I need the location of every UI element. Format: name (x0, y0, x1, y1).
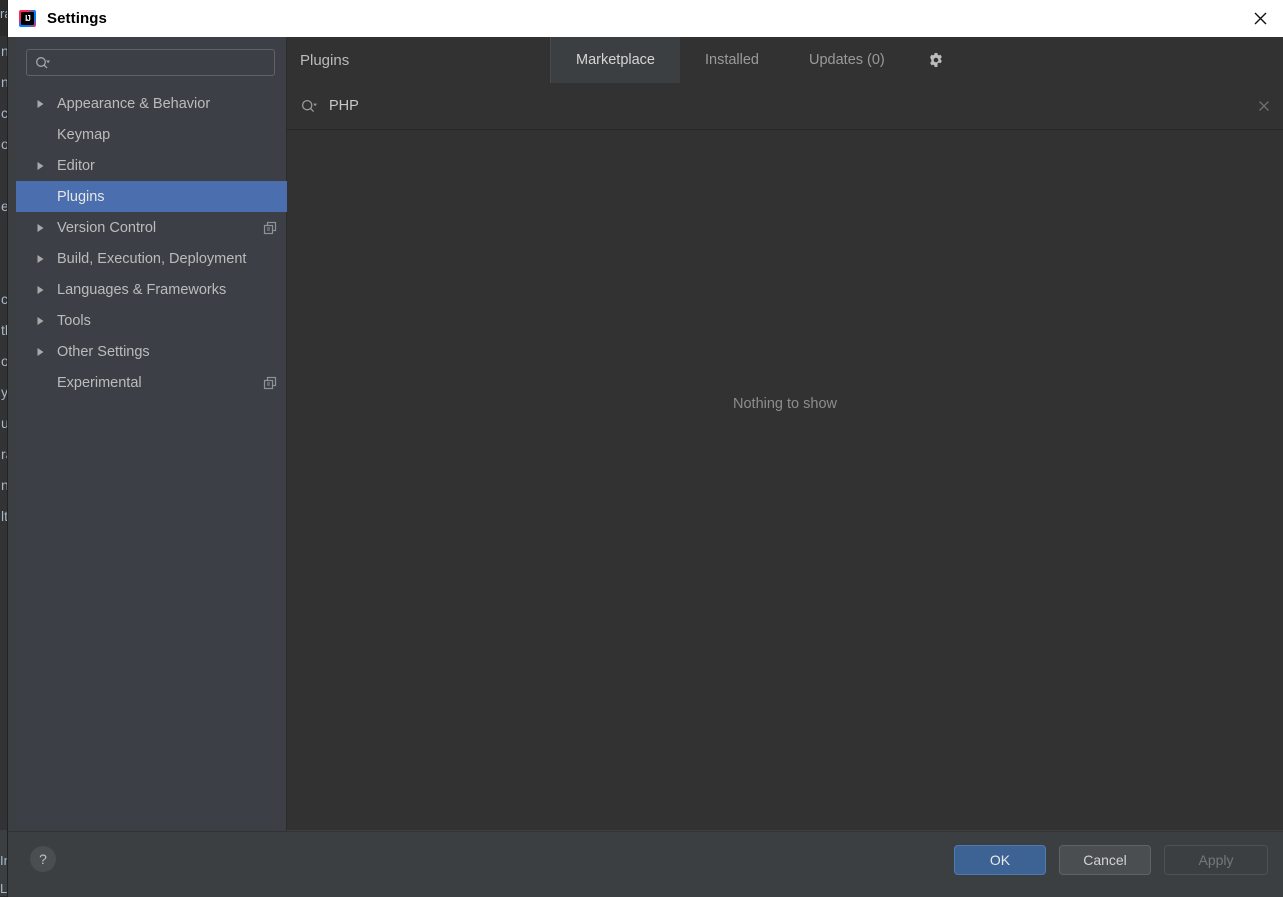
chevron-right-icon[interactable] (36, 254, 57, 264)
close-icon[interactable] (1245, 100, 1283, 112)
sidebar-item-label: Languages & Frameworks (57, 281, 227, 298)
sidebar-item-label: Plugins (57, 188, 105, 205)
sidebar-item-keymap[interactable]: Keymap (16, 119, 287, 150)
plugins-search-input[interactable] (329, 98, 1245, 114)
sidebar-item-label: Keymap (57, 126, 111, 143)
sidebar-item-label: Build, Execution, Deployment (57, 250, 247, 267)
page-title: Plugins (287, 37, 551, 83)
gear-icon[interactable] (910, 37, 962, 83)
dialog-footer: ? OK Cancel Apply (8, 831, 1283, 897)
sidebar-item-editor[interactable]: Editor (16, 150, 287, 181)
intellij-logo-icon: IJ (19, 10, 36, 27)
chevron-right-icon[interactable] (36, 347, 57, 357)
sidebar-item-languages-frameworks[interactable]: Languages & Frameworks (16, 274, 287, 305)
search-input[interactable] (57, 55, 274, 70)
logo-monogram: IJ (21, 12, 34, 25)
sidebar-item-label: Other Settings (57, 343, 150, 360)
sidebar-item-tools[interactable]: Tools (16, 305, 287, 336)
sidebar-item-label: Version Control (57, 219, 157, 236)
plugins-results-area: Nothing to show (287, 130, 1283, 830)
settings-dialog: IJ Settings Appearance & Behavior Keymap… (8, 0, 1283, 897)
chevron-right-icon[interactable] (36, 316, 57, 326)
apply-button: Apply (1164, 845, 1268, 875)
sidebar-search-box[interactable] (26, 49, 275, 76)
project-scope-icon (263, 376, 277, 390)
search-icon (35, 56, 51, 70)
plugins-panel: Plugins Marketplace Installed Updates (0… (287, 37, 1283, 830)
dialog-title-bar: IJ Settings (8, 0, 1283, 37)
chevron-right-icon[interactable] (36, 99, 57, 109)
chevron-right-icon[interactable] (36, 223, 57, 233)
plugins-header: Plugins Marketplace Installed Updates (0… (287, 37, 1283, 84)
help-icon[interactable]: ? (30, 846, 56, 872)
sidebar-item-build-execution-deployment[interactable]: Build, Execution, Deployment (16, 243, 287, 274)
sidebar-item-appearance-behavior[interactable]: Appearance & Behavior (16, 88, 287, 119)
sidebar-item-version-control[interactable]: Version Control (16, 212, 287, 243)
tab-installed[interactable]: Installed (680, 37, 784, 83)
sidebar-item-label: Editor (57, 157, 95, 174)
project-scope-icon (263, 221, 277, 235)
sidebar-item-experimental[interactable]: Experimental (16, 367, 287, 398)
close-icon[interactable] (1237, 0, 1283, 37)
tab-updates[interactable]: Updates (0) (784, 37, 910, 83)
search-icon (301, 99, 318, 114)
settings-category-tree: Appearance & Behavior Keymap Editor Plug… (16, 88, 287, 398)
empty-state-message: Nothing to show (733, 396, 837, 412)
sidebar-item-label: Tools (57, 312, 91, 329)
dialog-title: Settings (47, 10, 107, 27)
sidebar-item-other-settings[interactable]: Other Settings (16, 336, 287, 367)
cancel-button[interactable]: Cancel (1059, 845, 1151, 875)
sidebar-item-label: Experimental (57, 374, 142, 391)
tab-marketplace[interactable]: Marketplace (551, 37, 680, 83)
chevron-right-icon[interactable] (36, 285, 57, 295)
plugins-search-bar[interactable] (287, 83, 1283, 130)
settings-sidebar: Appearance & Behavior Keymap Editor Plug… (16, 37, 287, 830)
chevron-right-icon[interactable] (36, 161, 57, 171)
ok-button[interactable]: OK (954, 845, 1046, 875)
sidebar-item-plugins[interactable]: Plugins (16, 181, 287, 212)
sidebar-item-label: Appearance & Behavior (57, 95, 211, 112)
